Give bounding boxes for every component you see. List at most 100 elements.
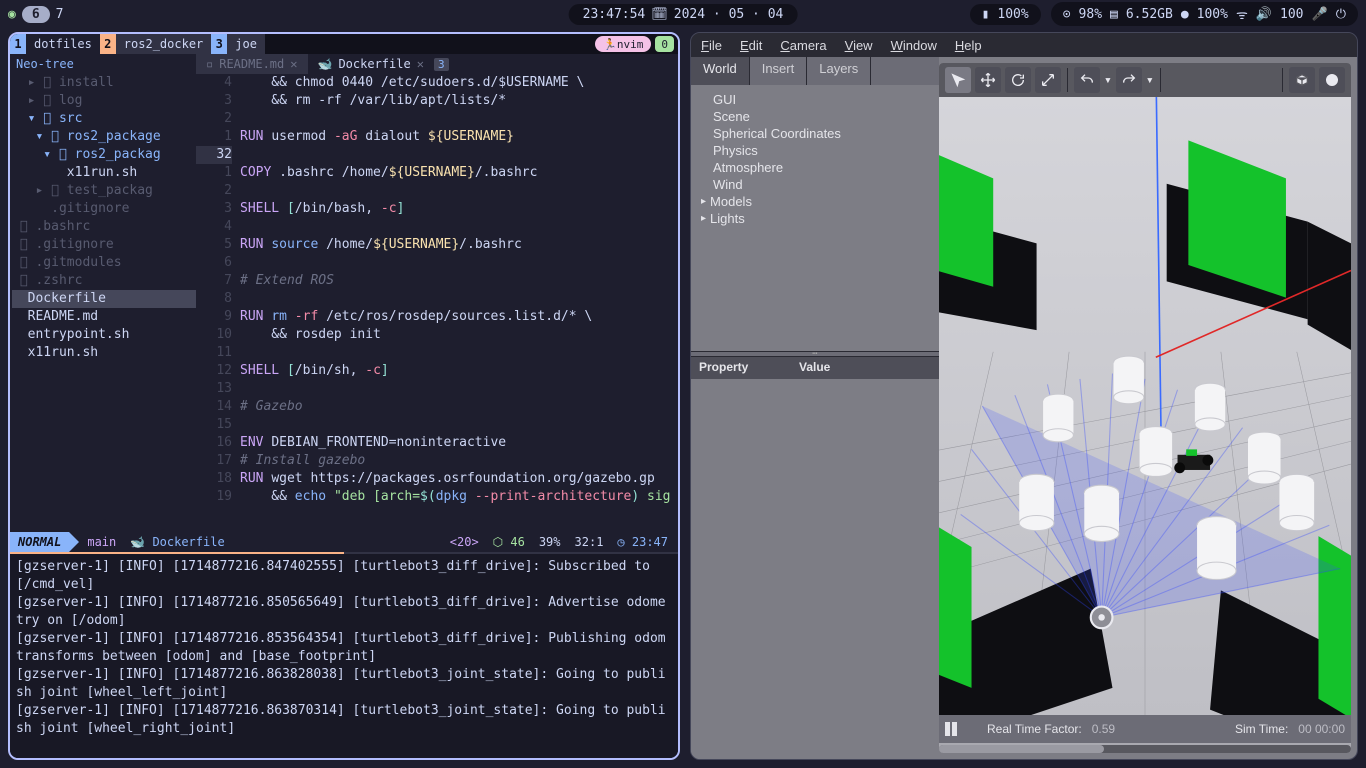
disk-icon: ● — [1181, 7, 1189, 22]
tree-item[interactable]: x11run.sh — [12, 164, 196, 182]
pause-button[interactable] — [945, 722, 957, 736]
world-tree-item[interactable]: Atmosphere — [701, 159, 929, 176]
close-icon[interactable]: ✕ — [417, 57, 424, 71]
tree-item[interactable]: x11run.sh — [12, 344, 196, 362]
gazebo-viewport-panel: ▾ ▾ — [939, 63, 1351, 753]
mem-icon: ▤ — [1110, 7, 1118, 22]
code-editor[interactable]: && chmod 0440 /etc/sudoers.d/$USERNAME \… — [240, 74, 678, 532]
tree-item[interactable]: ▸ 󰉋 test_packag — [12, 182, 196, 200]
terminal[interactable]: [gzserver-1] [INFO] [1714877216.84740255… — [10, 554, 678, 758]
docker-icon: 🐋 — [318, 57, 333, 71]
redo-button[interactable] — [1116, 67, 1142, 93]
tab-joe[interactable]: 3joe — [211, 34, 265, 54]
battery-widget: ▮ 100% — [970, 4, 1041, 25]
battery-icon: ▮ — [982, 7, 990, 22]
tab-insert[interactable]: Insert — [750, 57, 808, 85]
buffer-diag-badge: 3 — [434, 58, 449, 71]
scale-tool[interactable] — [1035, 67, 1061, 93]
diag-ok: ⬡ 46 — [489, 535, 529, 549]
property-body — [691, 379, 939, 759]
world-tree-item[interactable]: Wind — [701, 176, 929, 193]
world-tree-item[interactable]: Spherical Coordinates — [701, 125, 929, 142]
menu-edit[interactable]: Edit — [740, 38, 762, 53]
menu-help[interactable]: Help — [955, 38, 982, 53]
simtime-value: 00 00:00 — [1298, 722, 1345, 736]
menu-window[interactable]: Window — [891, 38, 937, 53]
world-tree-item[interactable]: ▸Lights — [701, 210, 929, 227]
gazebo-sidebar: World Insert Layers GUI Scene Spherical … — [691, 57, 939, 759]
tree-item[interactable]: ▾ 󰉋 src — [12, 110, 196, 128]
cpu-icon: ⊙ — [1063, 7, 1071, 22]
move-tool[interactable] — [975, 67, 1001, 93]
sphere-shape[interactable] — [1319, 67, 1345, 93]
property-header: Property Value — [691, 357, 939, 379]
workspace-active[interactable]: 6 — [22, 6, 50, 23]
tab-world[interactable]: World — [691, 57, 750, 85]
tree-item[interactable]: ▾ 󰉋 ros2_packag — [12, 146, 196, 164]
simtime-label: Sim Time: — [1235, 722, 1288, 736]
tree-item[interactable]: 󰜘 .gitignore — [12, 236, 196, 254]
tree-item[interactable]: ▸ 󰉋 install — [12, 74, 196, 92]
sys-widget: ⊙98% ▤6.52GB ●100% ᯤ 🔊100 🎤 ⏻ — [1051, 2, 1358, 26]
gazebo-menubar: File Edit Camera View Window Help — [691, 33, 1357, 57]
box-shape[interactable] — [1289, 67, 1315, 93]
tree-item[interactable]: Dockerfile — [12, 290, 196, 308]
diag-count: 0 — [655, 36, 674, 52]
statusline: NORMAL main 🐋 Dockerfile <20> ⬡ 46 39% 3… — [10, 532, 678, 552]
clock-inline: ◷ 23:47 — [613, 535, 672, 549]
encoding: <20> — [446, 535, 483, 549]
menu-view[interactable]: View — [845, 38, 873, 53]
menu-file[interactable]: File — [701, 38, 722, 53]
rtf-value: 0.59 — [1092, 722, 1115, 736]
footer-scrollbar[interactable] — [939, 745, 1351, 753]
tree-item[interactable]: ▾ 󰉋 ros2_package — [12, 128, 196, 146]
world-tree-item[interactable]: GUI — [701, 91, 929, 108]
markdown-icon: ▫ — [206, 57, 213, 71]
world-tree-item[interactable]: Physics — [701, 142, 929, 159]
tree-item[interactable]: 󰜘 .zshrc — [12, 272, 196, 290]
tab-layers[interactable]: Layers — [807, 57, 871, 85]
menu-camera[interactable]: Camera — [780, 38, 826, 53]
rtf-label: Real Time Factor: — [987, 722, 1082, 736]
git-branch: main — [79, 535, 124, 549]
rotate-tool[interactable] — [1005, 67, 1031, 93]
clock: 23:47:54 🗓 2024 · 05 · 04 — [569, 4, 798, 25]
mic-icon: 🎤 — [1312, 7, 1328, 22]
nvim-tabline: 1dotfiles 2ros2_docker 3joe 🏃 nvim 0 — [10, 34, 678, 54]
buffer-dockerfile[interactable]: 🐋 Dockerfile ✕ 3 — [308, 54, 459, 74]
world-tree-item[interactable]: Scene — [701, 108, 929, 125]
tree-item[interactable]: 󰜘 .bashrc — [12, 218, 196, 236]
file-tree[interactable]: ▸ 󰉋 install ▸ 󰉋 log ▾ 󰉋 src ▾ 󰉋 ros2_pac… — [10, 74, 196, 532]
scroll-pct: 39% — [535, 535, 565, 549]
3d-viewport[interactable] — [939, 97, 1351, 715]
gazebo-toolbar: ▾ ▾ — [939, 63, 1351, 97]
close-icon[interactable]: ✕ — [290, 57, 297, 71]
neovim-window: 1dotfiles 2ros2_docker 3joe 🏃 nvim 0 Neo… — [8, 32, 680, 760]
undo-button[interactable] — [1074, 67, 1100, 93]
select-tool[interactable] — [945, 67, 971, 93]
line-numbers: 43213212345678910111213141516171819 — [196, 74, 240, 532]
gazebo-window: File Edit Camera View Window Help World … — [690, 32, 1358, 760]
world-tree-item[interactable]: ▸Models — [701, 193, 929, 210]
gazebo-footer: Real Time Factor: 0.59 Sim Time: 00 00:0… — [939, 715, 1351, 743]
nvim-user-pill: 🏃 nvim — [595, 36, 651, 52]
filename: 🐋 Dockerfile — [124, 535, 230, 549]
tab-ros2-docker[interactable]: 2ros2_docker — [100, 34, 211, 54]
tree-item[interactable]: .gitignore — [12, 200, 196, 218]
opensuse-icon: ◉ — [8, 7, 16, 22]
tab-dotfiles[interactable]: 1dotfiles — [10, 34, 100, 54]
neotree-title: Neo-tree — [10, 57, 196, 71]
world-tree[interactable]: GUI Scene Spherical Coordinates Physics … — [691, 85, 939, 351]
tree-item[interactable]: ▸ 󰉋 log — [12, 92, 196, 110]
power-icon[interactable]: ⏻ — [1336, 7, 1346, 22]
calendar-icon: 🗓 — [651, 7, 668, 22]
tree-item[interactable]: 󰜘 .gitmodules — [12, 254, 196, 272]
status-bar: ◉ 6 7 23:47:54 🗓 2024 · 05 · 04 ▮ 100% ⊙… — [0, 0, 1366, 28]
buffer-readme[interactable]: ▫ README.md ✕ — [196, 54, 308, 74]
tree-item[interactable]: entrypoint.sh — [12, 326, 196, 344]
workspace-next[interactable]: 7 — [56, 7, 64, 22]
vol-icon: 🔊 — [1256, 7, 1272, 22]
tree-item[interactable]: README.md — [12, 308, 196, 326]
wifi-icon: ᯤ — [1236, 5, 1248, 23]
cursor-pos: 32:1 — [571, 535, 608, 549]
